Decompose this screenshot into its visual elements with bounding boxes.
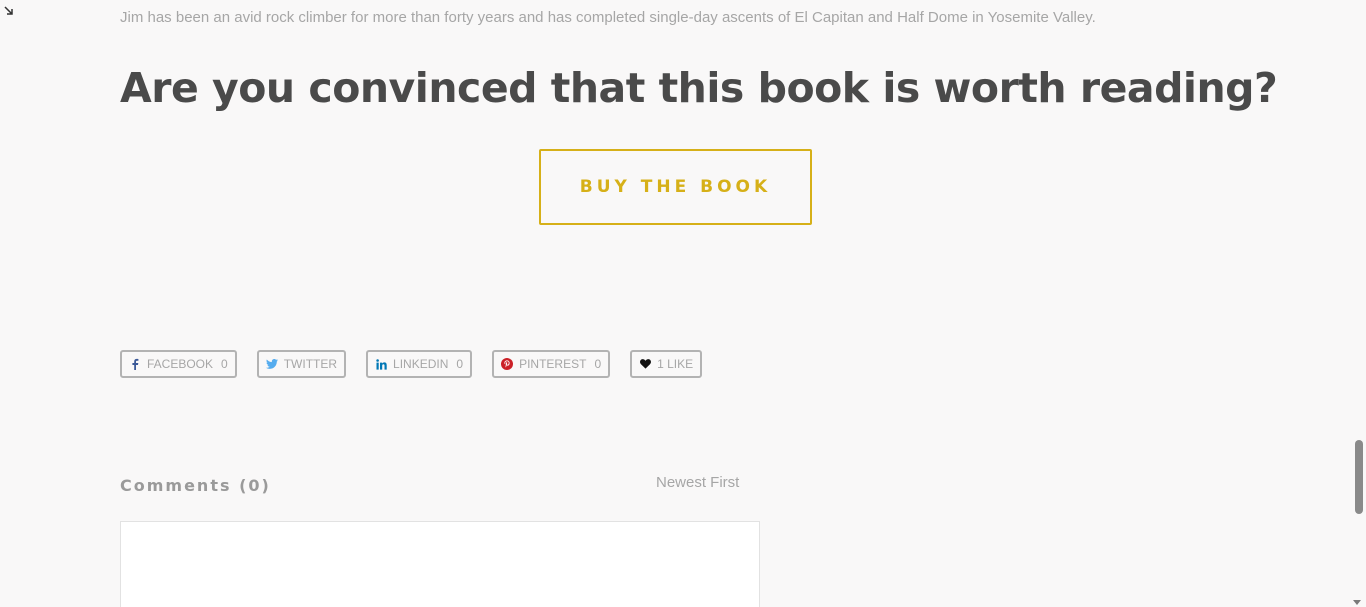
twitter-share-label: TWITTER (283, 357, 338, 371)
cta-headline: Are you convinced that this book is wort… (120, 64, 1278, 112)
scrollbar-thumb[interactable] (1355, 440, 1363, 514)
buy-the-book-button[interactable]: BUY THE BOOK (539, 149, 812, 225)
pinterest-share-count: 0 (594, 357, 602, 371)
linkedin-share-count: 0 (456, 357, 464, 371)
facebook-share-label: FACEBOOK (147, 357, 214, 371)
linkedin-icon (375, 358, 387, 370)
author-bio-text: Jim has been an avid rock climber for mo… (120, 9, 1096, 26)
facebook-icon (129, 358, 141, 370)
pinterest-share-label: PINTEREST (519, 357, 587, 371)
vertical-scrollbar[interactable] (1349, 0, 1366, 607)
share-buttons-row: FACEBOOK 0 TWITTER LINKEDIN 0 PINTEREST … (120, 350, 703, 378)
twitter-share-button[interactable]: TWITTER (256, 350, 347, 378)
resize-arrow-icon (4, 4, 20, 20)
like-label: 1 LIKE (657, 357, 694, 371)
comment-input-box[interactable] (120, 521, 760, 607)
twitter-icon (265, 358, 278, 370)
facebook-share-count: 0 (221, 357, 228, 371)
pinterest-share-button[interactable]: PINTEREST 0 (492, 350, 611, 378)
comments-heading: Comments (0) (120, 476, 271, 495)
pinterest-icon (501, 358, 514, 370)
page: Jim has been an avid rock climber for mo… (0, 0, 1366, 607)
scroll-down-arrow-icon[interactable] (1353, 600, 1361, 605)
sort-newest-first-link[interactable]: Newest First (656, 474, 739, 491)
like-button[interactable]: 1 LIKE (630, 350, 703, 378)
heart-icon (639, 358, 651, 370)
linkedin-share-button[interactable]: LINKEDIN 0 (366, 350, 473, 378)
linkedin-share-label: LINKEDIN (393, 357, 449, 371)
buy-button-label: BUY THE BOOK (579, 177, 772, 197)
facebook-share-button[interactable]: FACEBOOK 0 (120, 350, 237, 378)
